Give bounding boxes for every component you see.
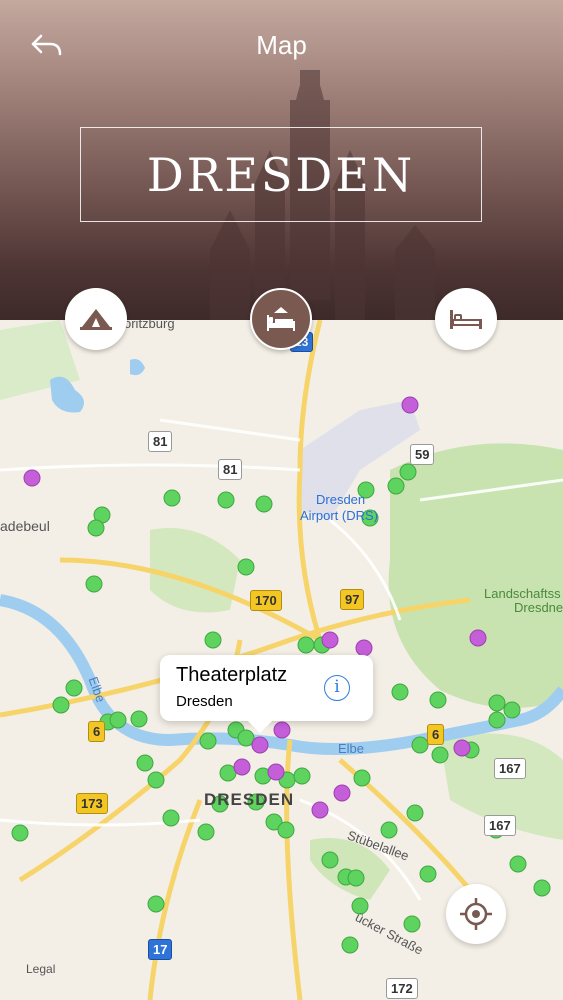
- campground-filter-button[interactable]: [65, 288, 127, 350]
- road-shield: 81: [148, 431, 173, 452]
- city-name: DRESDEN: [146, 147, 416, 202]
- tent-icon: [80, 309, 112, 330]
- road-shield: 167: [484, 815, 516, 836]
- road-shield: 6: [88, 721, 106, 742]
- locate-icon: [460, 898, 492, 930]
- road-shield: 17: [148, 939, 173, 960]
- place-label: adebeul: [0, 518, 50, 534]
- road-shield: 170: [250, 590, 282, 611]
- hotel-filter-button[interactable]: [250, 288, 312, 350]
- bed-icon: [450, 310, 482, 329]
- river-label: Elbe: [338, 741, 365, 756]
- hotel-bed-icon: [267, 307, 295, 331]
- city-title-box: DRESDEN: [80, 127, 482, 222]
- lodging-filter-button[interactable]: [435, 288, 497, 350]
- road-shield: 81: [218, 459, 243, 480]
- road-shield: 172: [386, 978, 418, 999]
- road-shield: 97: [340, 589, 365, 610]
- info-icon[interactable]: i: [324, 675, 350, 701]
- header: Map DRESDEN: [0, 0, 563, 320]
- legal-link[interactable]: Legal: [26, 962, 55, 976]
- place-label: Landschaftss: [484, 586, 561, 601]
- road-shield: 6: [427, 724, 445, 745]
- callout-subtitle: Dresden: [176, 693, 233, 710]
- place-label: DRESDEN: [204, 790, 295, 809]
- road-shield: 59: [410, 444, 435, 465]
- airport-label: Dresden: [316, 492, 366, 507]
- place-label: Dresdne: [514, 600, 563, 615]
- place-label: oritzburg: [124, 320, 175, 331]
- map-callout[interactable]: Theaterplatz Dresden i: [160, 655, 373, 733]
- page-title: Map: [256, 30, 307, 60]
- locate-button[interactable]: [446, 884, 506, 944]
- road-shield: 167: [494, 758, 526, 779]
- airport-label: Airport (DRS): [300, 508, 379, 523]
- callout-title: Theaterplatz: [176, 664, 288, 686]
- road-shield: 173: [76, 793, 108, 814]
